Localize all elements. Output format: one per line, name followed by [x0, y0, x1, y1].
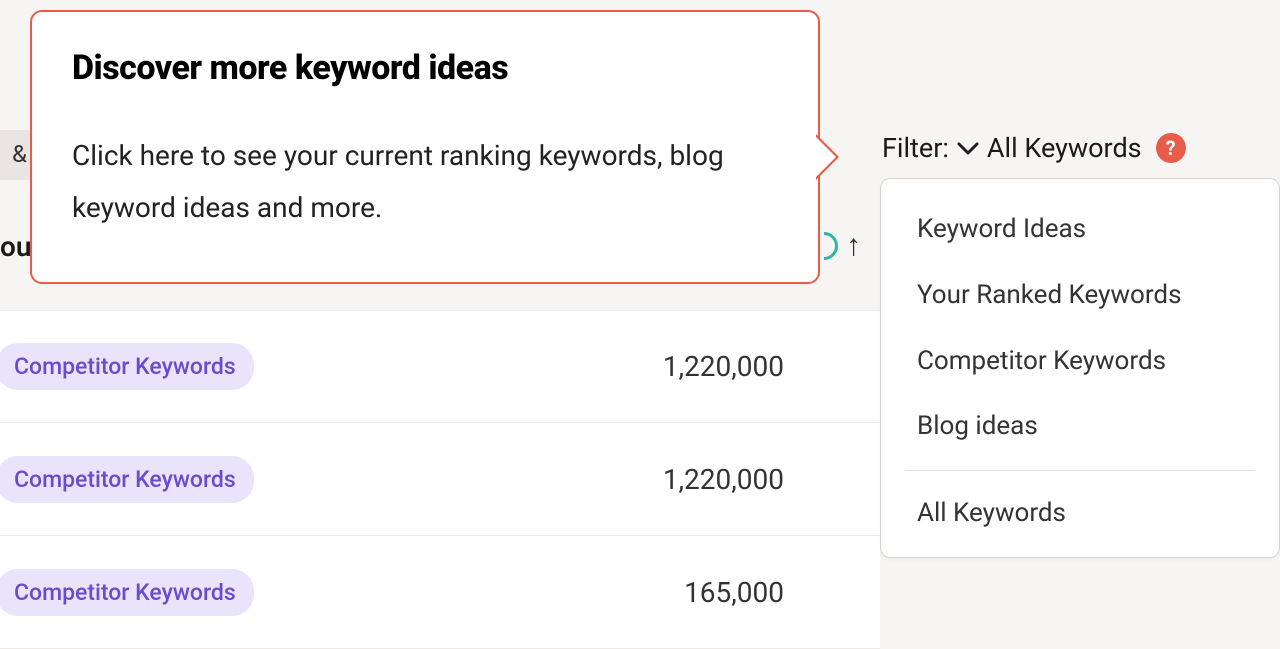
help-glyph: ?	[1166, 136, 1176, 160]
keyword-volume-value: 1,220,000	[663, 350, 784, 383]
partial-text-fragment-ou: ou	[0, 230, 31, 263]
filter-option-all-keywords[interactable]: All Keywords	[881, 481, 1279, 547]
filter-dropdown-menu: Keyword Ideas Your Ranked Keywords Compe…	[880, 178, 1280, 558]
keyword-volume-value: 165,000	[684, 576, 784, 609]
table-row[interactable]: Competitor Keywords 1,220,000	[0, 310, 880, 423]
help-icon[interactable]: ?	[1156, 133, 1186, 163]
keyword-table: Competitor Keywords 1,220,000 Competitor…	[0, 310, 880, 649]
table-row[interactable]: Competitor Keywords 165,000	[0, 536, 880, 649]
filter-option-blog-ideas[interactable]: Blog ideas	[881, 394, 1279, 460]
sort-ascending-icon[interactable]: ↑	[846, 228, 861, 263]
filter-current-value: All Keywords	[987, 132, 1142, 164]
filter-option-keyword-ideas[interactable]: Keyword Ideas	[881, 197, 1279, 263]
chevron-down-icon	[957, 131, 979, 163]
keyword-source-tag: Competitor Keywords	[0, 569, 254, 616]
filter-label: Filter:	[882, 132, 949, 164]
dropdown-divider	[905, 470, 1255, 471]
keyword-volume-value: 1,220,000	[663, 463, 784, 496]
tooltip-callout: Discover more keyword ideas Click here t…	[30, 10, 820, 284]
callout-title: Discover more keyword ideas	[72, 48, 778, 88]
table-row[interactable]: Competitor Keywords 1,220,000	[0, 423, 880, 536]
callout-pointer	[816, 137, 836, 177]
filter-option-your-ranked-keywords[interactable]: Your Ranked Keywords	[881, 263, 1279, 329]
filter-option-competitor-keywords[interactable]: Competitor Keywords	[881, 329, 1279, 395]
arrow-glyph: ↑	[846, 228, 861, 263]
callout-body: Click here to see your current ranking k…	[72, 130, 778, 234]
keyword-source-tag: Competitor Keywords	[0, 456, 254, 503]
filter-dropdown-trigger[interactable]: Filter: All Keywords ?	[882, 132, 1186, 164]
fragment-text: ou	[0, 230, 31, 263]
keyword-source-tag: Competitor Keywords	[0, 343, 254, 390]
